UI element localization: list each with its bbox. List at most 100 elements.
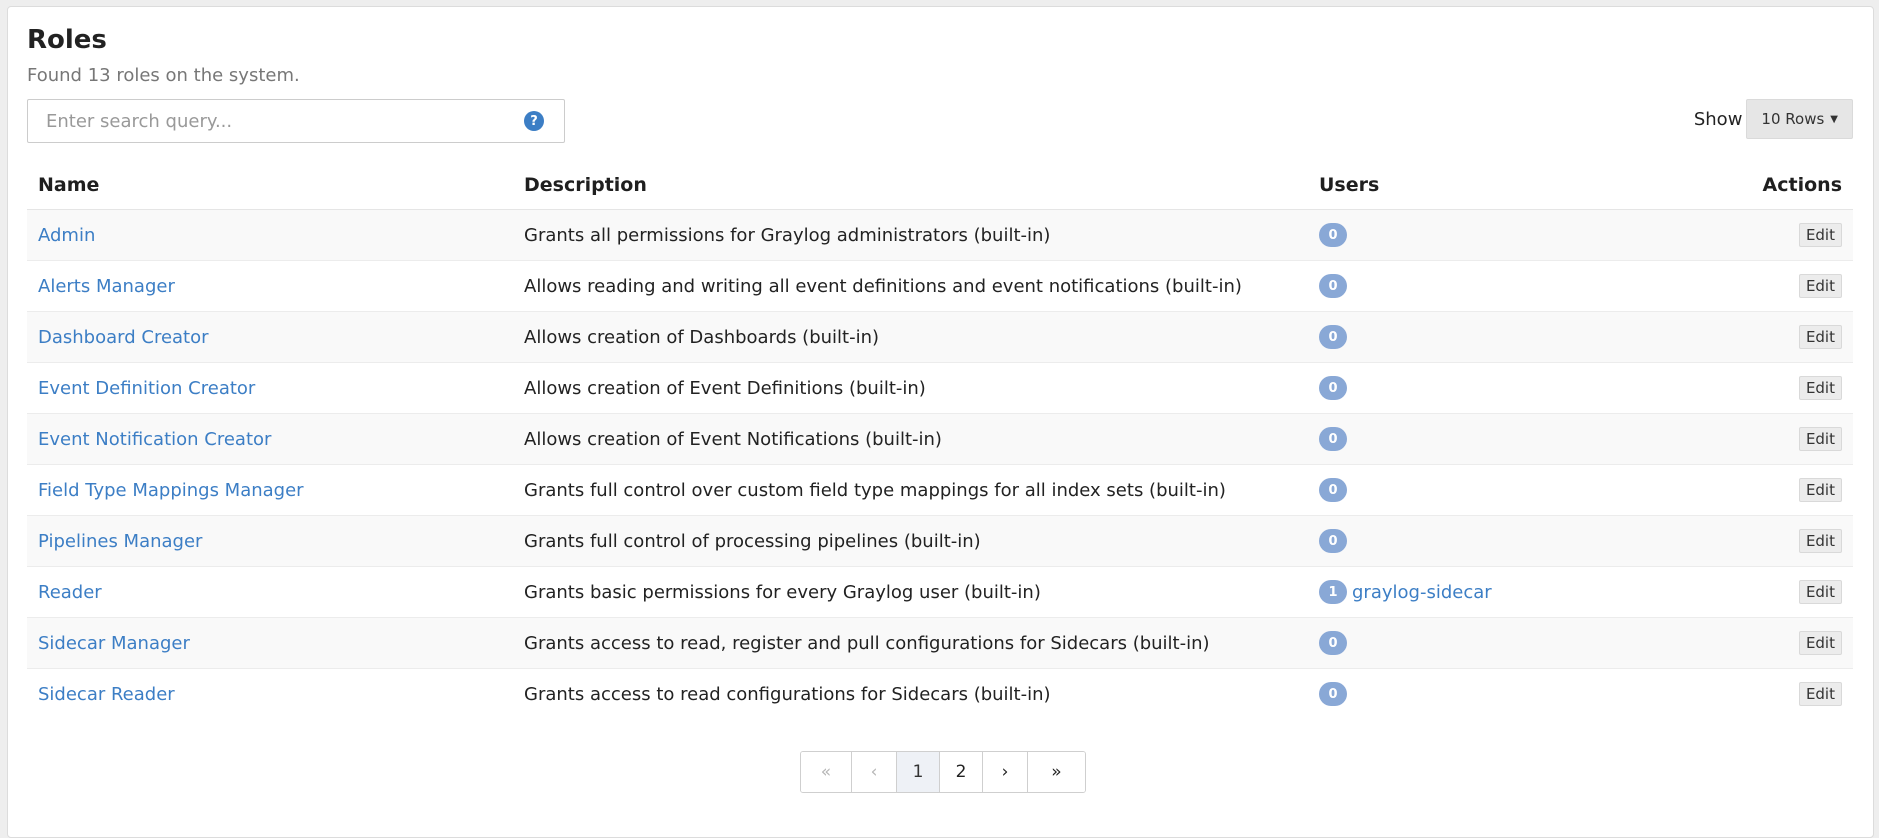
- edit-button[interactable]: Edit: [1798, 529, 1842, 553]
- column-header-description[interactable]: Description: [513, 171, 1308, 210]
- role-name-cell: Field Type Mappings Manager: [27, 464, 513, 516]
- roles-content: Roles Found 13 roles on the system. ? Sh…: [27, 25, 1853, 719]
- role-actions-cell: Edit: [1666, 209, 1853, 261]
- role-description-cell: Grants basic permissions for every Grayl…: [513, 566, 1308, 618]
- user-count-badge: 0: [1319, 325, 1347, 349]
- edit-button[interactable]: Edit: [1798, 274, 1842, 298]
- role-users-cell: 0: [1308, 668, 1667, 719]
- role-name-link[interactable]: Event Notification Creator: [38, 429, 271, 450]
- role-name-link[interactable]: Admin: [38, 225, 95, 246]
- page-title: Roles: [27, 25, 107, 55]
- caret-down-icon: ▼: [1830, 113, 1838, 125]
- page-size-dropdown[interactable]: 10 Rows ▼: [1746, 99, 1853, 139]
- role-users-cell: 0: [1308, 413, 1667, 465]
- users-wrap: 0: [1319, 682, 1655, 706]
- edit-button[interactable]: Edit: [1798, 223, 1842, 247]
- role-actions-cell: Edit: [1666, 464, 1853, 516]
- users-wrap: 0: [1319, 325, 1655, 349]
- role-name-link[interactable]: Reader: [38, 582, 102, 603]
- role-name-cell: Dashboard Creator: [27, 311, 513, 363]
- search-box: ?: [27, 99, 565, 143]
- edit-button[interactable]: Edit: [1798, 427, 1842, 451]
- role-users-cell: 0: [1308, 464, 1667, 516]
- role-name-link[interactable]: Dashboard Creator: [38, 327, 209, 348]
- roles-panel: Roles Found 13 roles on the system. ? Sh…: [7, 6, 1874, 838]
- users-wrap: 0: [1319, 478, 1655, 502]
- role-name-cell: Event Definition Creator: [27, 362, 513, 414]
- role-description: Allows reading and writing all event def…: [524, 275, 1242, 297]
- role-actions-cell: Edit: [1666, 617, 1853, 669]
- role-actions-cell: Edit: [1666, 362, 1853, 414]
- table-row: Field Type Mappings Manager Grants full c…: [27, 464, 1853, 516]
- role-name-cell: Admin: [27, 209, 513, 261]
- page-size-label: Show: [1693, 108, 1743, 130]
- page-2-button[interactable]: 2: [940, 752, 983, 792]
- role-description: Allows creation of Event Notifications (…: [524, 428, 942, 450]
- chevron-right-icon: ›: [1001, 762, 1009, 782]
- search-input[interactable]: [44, 100, 524, 142]
- role-name-link[interactable]: Pipelines Manager: [38, 531, 202, 552]
- users-wrap: 0: [1319, 427, 1655, 451]
- edit-button[interactable]: Edit: [1798, 325, 1842, 349]
- role-description: Allows creation of Dashboards (built-in): [524, 326, 880, 348]
- table-row: Sidecar Manager Grants access to read, re…: [27, 617, 1853, 669]
- role-description: Grants full control over custom field ty…: [524, 479, 1226, 501]
- role-description-cell: Allows creation of Event Notifications (…: [513, 413, 1308, 465]
- user-count-badge: 0: [1319, 682, 1347, 706]
- double-chevron-left-icon: «: [820, 762, 832, 782]
- role-users-cell: 0: [1308, 311, 1667, 363]
- edit-button[interactable]: Edit: [1798, 682, 1842, 706]
- column-header-users: Users: [1308, 171, 1667, 210]
- user-count-badge: 0: [1319, 223, 1347, 247]
- role-name-link[interactable]: Alerts Manager: [38, 276, 175, 297]
- user-count-badge: 1: [1319, 580, 1347, 604]
- role-description-cell: Grants all permissions for Graylog admin…: [513, 209, 1308, 261]
- question-circle-icon[interactable]: ?: [524, 111, 544, 131]
- page-size-control: Show 10 Rows ▼: [1694, 99, 1853, 139]
- edit-button[interactable]: Edit: [1798, 631, 1842, 655]
- role-description: Grants full control of processing pipeli…: [524, 530, 981, 552]
- edit-button[interactable]: Edit: [1798, 478, 1842, 502]
- last-page-button[interactable]: »: [1028, 752, 1085, 792]
- role-name-link[interactable]: Event Definition Creator: [38, 378, 255, 399]
- table-row: Alerts Manager Allows reading and writing…: [27, 260, 1853, 312]
- role-users-cell: 0: [1308, 362, 1667, 414]
- double-chevron-right-icon: »: [1051, 762, 1062, 782]
- role-name-cell: Pipelines Manager: [27, 515, 513, 567]
- user-count-badge: 0: [1319, 529, 1347, 553]
- column-header-actions: Actions: [1666, 171, 1853, 210]
- role-description-cell: Allows creation of Dashboards (built-in): [513, 311, 1308, 363]
- user-link[interactable]: graylog-sidecar: [1352, 582, 1492, 603]
- user-count-badge: 0: [1319, 427, 1347, 451]
- edit-button[interactable]: Edit: [1798, 376, 1842, 400]
- user-count-badge: 0: [1319, 478, 1347, 502]
- table-row: Sidecar Reader Grants access to read conf…: [27, 668, 1853, 719]
- role-name-cell: Sidecar Manager: [27, 617, 513, 669]
- page-1-button[interactable]: 1: [897, 752, 940, 792]
- first-page-button[interactable]: «: [801, 752, 852, 792]
- role-description-cell: Grants full control of processing pipeli…: [513, 515, 1308, 567]
- roles-table: Name Description Users Actions Admin Gran…: [27, 171, 1853, 719]
- role-name-link[interactable]: Field Type Mappings Manager: [38, 480, 304, 501]
- users-wrap: 0: [1319, 274, 1655, 298]
- table-row: Dashboard Creator Allows creation of Dash…: [27, 311, 1853, 363]
- role-description-cell: Grants access to read configurations for…: [513, 668, 1308, 719]
- next-page-button[interactable]: ›: [983, 752, 1028, 792]
- users-wrap: 0: [1319, 529, 1655, 553]
- table-row: Event Notification Creator Allows creatio…: [27, 413, 1853, 465]
- previous-page-button[interactable]: ‹: [852, 752, 897, 792]
- role-name-link[interactable]: Sidecar Reader: [38, 684, 175, 705]
- roles-table-body: Admin Grants all permissions for Graylog …: [27, 209, 1853, 719]
- role-actions-cell: Edit: [1666, 515, 1853, 567]
- role-users-cell: 1 graylog-sidecar: [1308, 566, 1667, 618]
- edit-button[interactable]: Edit: [1798, 580, 1842, 604]
- users-wrap: 0: [1319, 376, 1655, 400]
- search-row: ? Show 10 Rows ▼: [27, 99, 1853, 147]
- column-header-name[interactable]: Name: [27, 171, 513, 210]
- role-description-cell: Allows reading and writing all event def…: [513, 260, 1308, 312]
- role-description-cell: Grants full control over custom field ty…: [513, 464, 1308, 516]
- role-name-cell: Event Notification Creator: [27, 413, 513, 465]
- table-header-row: Name Description Users Actions: [27, 171, 1853, 210]
- role-name-link[interactable]: Sidecar Manager: [38, 633, 190, 654]
- user-count-badge: 0: [1319, 376, 1347, 400]
